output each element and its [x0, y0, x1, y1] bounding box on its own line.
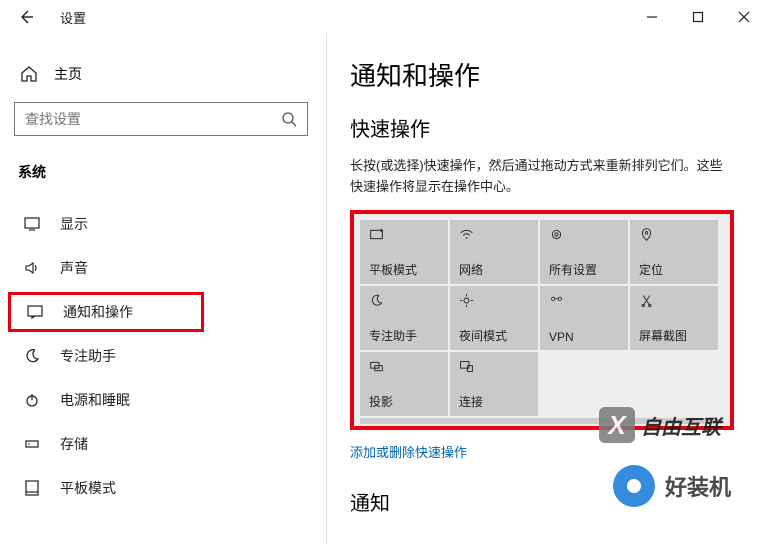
tile-label: 定位 — [639, 261, 711, 278]
sidebar-item-label: 声音 — [60, 258, 88, 278]
minimize-button[interactable] — [641, 6, 663, 28]
tile-location[interactable]: 定位 — [630, 220, 718, 284]
sidebar-item-focus-assist[interactable]: 专注助手 — [14, 336, 316, 376]
sidebar-item-label: 通知和操作 — [63, 302, 133, 322]
sidebar-item-display[interactable]: 显示 — [14, 204, 316, 244]
section-label: 系统 — [18, 162, 316, 182]
connect-icon — [459, 359, 531, 375]
sidebar-item-sound[interactable]: 声音 — [14, 248, 316, 288]
minimize-icon — [646, 11, 658, 23]
sidebar-item-storage[interactable]: 存储 — [14, 424, 316, 464]
sidebar-item-label: 专注助手 — [60, 346, 116, 366]
tile-label: 夜间模式 — [459, 327, 531, 344]
window-title: 设置 — [60, 8, 86, 27]
tile-focus-assist[interactable]: 专注助手 — [360, 286, 448, 350]
home-icon — [20, 65, 38, 83]
sidebar-item-notifications[interactable]: 通知和操作 — [8, 292, 204, 332]
tile-label: 平板模式 — [369, 261, 441, 278]
vpn-icon — [549, 293, 621, 309]
tile-network[interactable]: 网络 — [450, 220, 538, 284]
sound-icon — [22, 259, 42, 277]
search-input[interactable] — [25, 111, 281, 127]
wifi-icon — [459, 227, 531, 243]
gear-icon — [549, 227, 621, 243]
close-button[interactable] — [733, 6, 755, 28]
project-icon — [369, 359, 441, 375]
display-icon — [22, 215, 42, 233]
home-label: 主页 — [54, 64, 82, 84]
tile-vpn[interactable]: VPN — [540, 286, 628, 350]
maximize-icon — [692, 11, 704, 23]
tile-tablet-mode[interactable]: 平板模式 — [360, 220, 448, 284]
tile-project[interactable]: 投影 — [360, 352, 448, 416]
tile-label: 连接 — [459, 393, 531, 410]
sidebar: 主页 系统 显示 声音 通知 — [0, 34, 330, 543]
watermark-2: 好装机 — [613, 465, 731, 507]
power-icon — [22, 391, 42, 409]
tile-all-settings[interactable]: 所有设置 — [540, 220, 628, 284]
quick-actions-desc: 长按(或选择)快速操作，然后通过拖动方式来重新排列它们。这些快速操作将显示在操作… — [350, 156, 730, 198]
watermark-1: X 自由互联 — [599, 407, 721, 443]
maximize-button[interactable] — [687, 6, 709, 28]
sidebar-item-label: 平板模式 — [60, 478, 116, 498]
quick-actions-heading: 快速操作 — [350, 113, 745, 142]
tile-label: 所有设置 — [549, 261, 621, 278]
watermark-circle-icon — [613, 465, 655, 507]
edit-quick-actions-link[interactable]: 添加或删除快速操作 — [350, 442, 745, 461]
tile-label: VPN — [549, 330, 621, 344]
search-box[interactable] — [14, 102, 308, 136]
sidebar-item-label: 显示 — [60, 214, 88, 234]
tile-connect[interactable]: 连接 — [450, 352, 538, 416]
moon-icon — [369, 293, 441, 309]
search-icon — [281, 111, 297, 127]
arrow-left-icon — [18, 9, 34, 25]
nav-list: 显示 声音 通知和操作 专注助手 电源和睡眠 — [14, 204, 316, 508]
titlebar: 设置 — [0, 0, 761, 34]
snip-icon — [639, 293, 711, 309]
sidebar-item-label: 电源和睡眠 — [60, 390, 130, 410]
watermark-2-text: 好装机 — [665, 470, 731, 502]
sidebar-item-label: 存储 — [60, 434, 88, 454]
storage-icon — [22, 435, 42, 453]
location-icon — [639, 227, 711, 243]
tile-night-light[interactable]: 夜间模式 — [450, 286, 538, 350]
page-title: 通知和操作 — [350, 56, 745, 93]
tile-screen-snip[interactable]: 屏幕截图 — [630, 286, 718, 350]
home-row[interactable]: 主页 — [20, 64, 316, 84]
tablet-icon — [22, 479, 42, 497]
sun-icon — [459, 293, 531, 309]
quick-actions-tiles: 平板模式 网络 所有设置 定位 — [350, 210, 734, 430]
tile-label: 专注助手 — [369, 327, 441, 344]
watermark-1-text: 自由互联 — [641, 411, 721, 440]
tablet-icon — [369, 227, 441, 243]
moon-icon — [22, 347, 42, 365]
watermark-x-icon: X — [599, 407, 635, 443]
close-icon — [738, 11, 750, 23]
tile-label: 投影 — [369, 393, 441, 410]
tile-label: 网络 — [459, 261, 531, 278]
sidebar-item-tablet[interactable]: 平板模式 — [14, 468, 316, 508]
sidebar-item-power[interactable]: 电源和睡眠 — [14, 380, 316, 420]
tile-label: 屏幕截图 — [639, 327, 711, 344]
back-button[interactable] — [14, 5, 38, 29]
notifications-icon — [25, 303, 45, 321]
